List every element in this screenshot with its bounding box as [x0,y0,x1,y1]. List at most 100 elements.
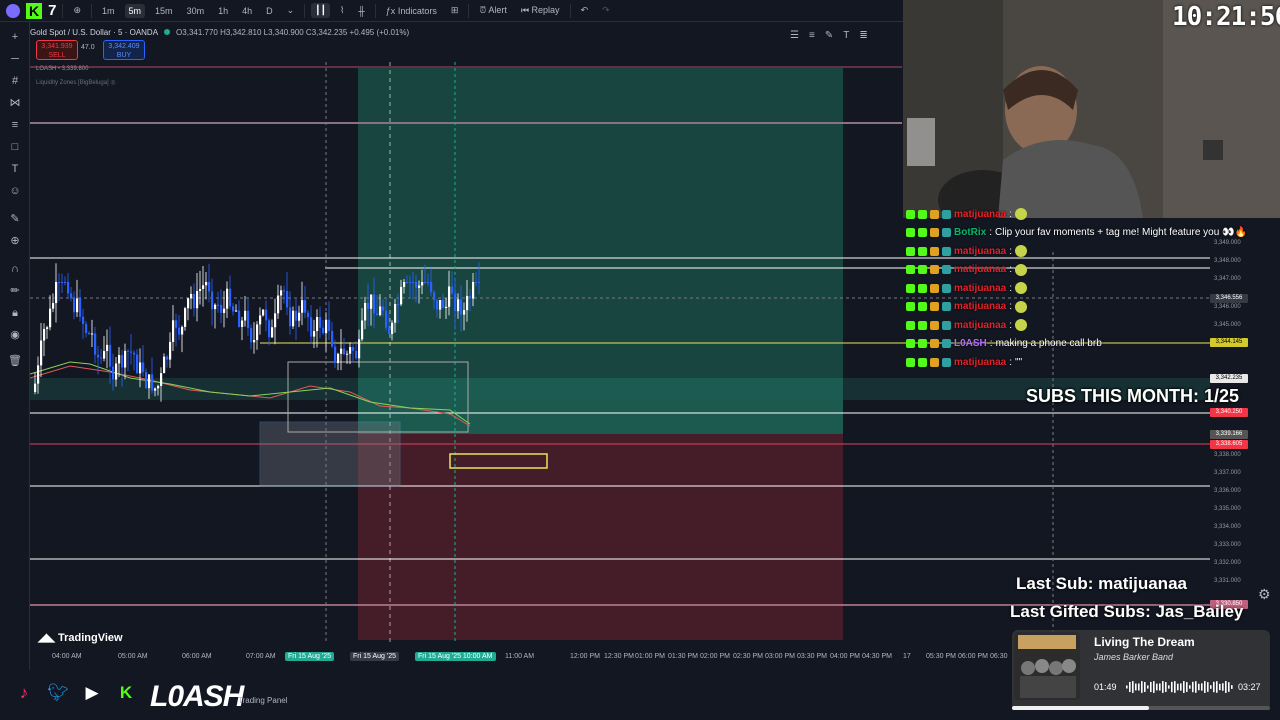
waveform-bar [1132,681,1134,693]
badge-icon [930,357,939,367]
candles-icon[interactable]: ┃┃ [311,3,330,18]
layout-icon[interactable]: ⊞ [447,3,463,18]
time-label: 03:30 PM [797,653,827,660]
time-axis[interactable]: 04:00 AM 05:00 AM 06:00 AM 07:00 AM Fri … [30,650,1010,666]
buy-button[interactable]: 3,342.409 BUY [103,40,145,60]
trash-icon[interactable]: 🗑︎ [8,354,22,368]
time-label: 17 [903,653,911,660]
candle-body [97,354,100,358]
candle-body [370,294,373,309]
pencil-icon[interactable]: ✏ [8,284,22,298]
badge-icon [918,302,927,311]
waveform-bar [1201,683,1203,691]
candle-body [340,348,343,354]
time-highlight-crosshair: Fri 15 Aug '25 [350,652,399,661]
lock-icon[interactable]: 🔒︎ [8,306,22,320]
text-icon[interactable]: T [8,162,22,176]
edit-icon[interactable]: ✎ [825,30,833,41]
total-time: 03:27 [1238,682,1261,692]
candle-body [301,300,304,313]
badge-icon [918,265,927,274]
crosshair-icon[interactable]: + [8,30,22,44]
waveform-bar [1180,683,1182,691]
add-symbol-icon[interactable]: ⊕ [69,3,85,18]
fib-icon[interactable]: ≡ [8,118,22,132]
emoji-icon[interactable]: ☺ [8,184,22,198]
ruler-icon[interactable]: ✎ [8,212,22,226]
tradingview-icon: ◢◣ [38,632,58,644]
text-tool-icon[interactable]: T [843,30,849,41]
symbol-title[interactable]: Gold Spot / U.S. Dollar · 5 · OANDA [30,28,158,37]
waveform-bar [1219,683,1221,691]
interval-30m[interactable]: 30m [183,4,209,18]
emote-icon [1015,245,1028,257]
chart-toolbar: K 7 ⊕ 1m 5m 15m 30m 1h 4h D ⌄ ┃┃ ⌇ ╫ ƒx … [0,0,904,22]
candle-body [442,299,445,308]
eye-icon[interactable]: ◉ [8,328,22,342]
candle-body [202,285,205,289]
candle-body [322,327,325,334]
trading-panel-tab[interactable]: Trading Panel [238,696,288,705]
menu-icon[interactable] [6,3,20,18]
list-icon[interactable]: ☰ [790,30,799,41]
price-label: 3,338.000 [1214,452,1241,458]
candle-body [244,310,247,321]
interval-1h[interactable]: 1h [214,4,232,18]
waveform-bar [1174,681,1176,693]
streamer-brand: L0ASH [150,680,244,713]
candle-body [187,298,190,309]
candle-body [130,351,133,353]
waveform-bar [1165,682,1167,692]
lines-icon[interactable]: ≡ [809,30,815,41]
chat-username[interactable]: matijuanaa [954,246,1006,257]
chat-username[interactable]: matijuanaa [954,357,1006,368]
line-chart-icon[interactable]: ⌇ [336,3,348,18]
waveform-bar [1225,681,1227,693]
chat-username[interactable]: matijuanaa [954,264,1006,275]
replay-button[interactable]: ⏮ Replay [517,3,564,18]
interval-15m[interactable]: 15m [151,4,177,18]
chat-username[interactable]: BotRix [954,227,986,238]
price-label: 3,334.000 [1214,524,1241,530]
buy-price: 3,342.409 [108,43,140,50]
chat-username[interactable]: matijuanaa [954,320,1006,331]
magnet-icon[interactable]: ∩ [8,262,22,276]
candle-body [334,346,337,364]
align-icon[interactable]: ≣ [859,30,867,41]
red-price-tag: 3,340.250 [1210,408,1248,417]
candle-body [265,309,268,321]
badge-icon [930,320,939,330]
trendline-icon[interactable]: ─ [8,52,22,66]
interval-4h[interactable]: 4h [238,4,256,18]
settings-icon[interactable]: ⚙ [1258,586,1271,603]
chevron-down-icon[interactable]: ⌄ [283,3,299,18]
chat-username[interactable]: matijuanaa [954,283,1006,294]
redo-icon[interactable]: ↷ [598,3,614,18]
rectangle-icon[interactable]: □ [8,140,22,154]
undo-icon[interactable]: ↶ [577,3,593,18]
alert-button[interactable]: ⏰︎ Alert [475,3,511,18]
interval-1m[interactable]: 1m [98,4,119,18]
interval-5m[interactable]: 5m [124,3,146,18]
candle-body [421,282,424,286]
chat-username[interactable]: matijuanaa [954,209,1006,220]
price-axis[interactable]: 3,349.000 3,348.000 3,347.000 3,346.556 … [1210,240,1270,640]
last-sub: Last Sub: matijuanaa [1016,574,1187,593]
bar-type-icon[interactable]: ╫ [354,4,368,18]
song-progress-bar [1012,706,1270,710]
pattern-icon[interactable]: ⋈ [8,96,22,110]
indicators-button[interactable]: ƒx Indicators [382,4,441,18]
chat-username[interactable]: L0ASH [954,338,987,349]
interval-d[interactable]: D [262,4,277,18]
zoom-icon[interactable]: ⊕ [8,234,22,248]
candle-body [247,310,250,329]
grid-icon[interactable]: # [8,74,22,88]
waveform-bar [1129,681,1131,693]
badge-icon [930,228,939,237]
sell-button[interactable]: 3,341.939 SELL [36,40,78,60]
candle-body [142,362,145,372]
chat-username[interactable]: matijuanaa [954,301,1006,312]
badge-icon [942,228,951,237]
waveform-bar [1231,685,1233,689]
chat-message: L0ASH: making a phone call brb [906,336,1102,352]
